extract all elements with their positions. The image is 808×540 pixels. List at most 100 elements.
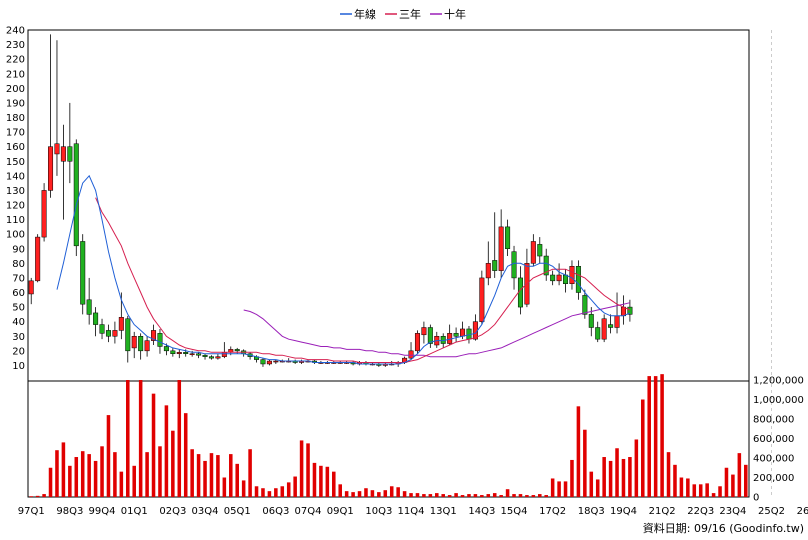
candle-down bbox=[563, 274, 569, 284]
volume-bar bbox=[711, 493, 716, 497]
volume-bar bbox=[29, 496, 33, 497]
volume-bar bbox=[93, 460, 98, 497]
volume-bar bbox=[241, 480, 246, 497]
volume-bar bbox=[248, 449, 252, 497]
volume-bar bbox=[666, 452, 671, 497]
price-tick-label: 210 bbox=[6, 69, 25, 80]
volume-bar bbox=[544, 495, 548, 497]
x-tick-label: 03Q4 bbox=[192, 506, 219, 517]
volume-bar bbox=[660, 374, 664, 497]
x-tick-label: 22Q3 bbox=[687, 506, 714, 517]
candle-down bbox=[453, 333, 459, 337]
volume-bar bbox=[615, 448, 619, 497]
candle-down bbox=[208, 356, 214, 359]
volume-bar bbox=[196, 454, 201, 497]
volume-bar bbox=[570, 459, 574, 497]
plot-frame bbox=[27, 29, 750, 498]
volume-bar bbox=[332, 471, 336, 497]
volume-bar bbox=[338, 484, 342, 497]
volume-bar bbox=[389, 486, 394, 497]
volume-bar bbox=[383, 490, 388, 497]
volume-bar bbox=[306, 443, 310, 497]
legend-label-10yr: 十年 bbox=[444, 7, 466, 21]
x-tick-label: 05Q1 bbox=[224, 506, 251, 517]
volume-bar bbox=[183, 413, 188, 497]
candle-down bbox=[511, 251, 517, 279]
candle-up bbox=[414, 333, 420, 352]
volume-bar bbox=[744, 464, 748, 497]
volume-bar bbox=[595, 479, 600, 497]
volume-bar bbox=[628, 457, 632, 497]
volume-bar bbox=[679, 477, 684, 497]
candle-up bbox=[189, 353, 195, 355]
candle-up bbox=[48, 146, 54, 191]
volume-bar bbox=[441, 494, 445, 497]
candle-up bbox=[176, 352, 182, 354]
candle-up bbox=[118, 317, 124, 331]
x-tick-label: 97Q1 bbox=[18, 506, 45, 517]
candle-down bbox=[234, 349, 240, 352]
x-tick-label: 99Q4 bbox=[89, 506, 116, 517]
volume-bar bbox=[467, 494, 471, 497]
x-tick-label: 21Q2 bbox=[649, 506, 676, 517]
candle-down bbox=[427, 327, 433, 344]
price-tick-label: 150 bbox=[6, 157, 25, 168]
volume-bar bbox=[531, 495, 536, 497]
volume-bar bbox=[274, 488, 278, 497]
volume-bar bbox=[344, 491, 349, 497]
candle-up bbox=[498, 226, 504, 271]
x-tick-label: 17Q2 bbox=[539, 506, 566, 517]
volume-tick-label: 600,000 bbox=[753, 434, 794, 445]
candle-down bbox=[196, 353, 202, 356]
x-tick-label: 01Q1 bbox=[121, 506, 148, 517]
price-tick-label: 130 bbox=[6, 186, 25, 197]
volume-bar bbox=[35, 495, 40, 497]
volume-bar bbox=[473, 494, 478, 497]
volume-bar bbox=[698, 484, 703, 497]
volume-bar bbox=[409, 493, 413, 497]
volume-tick-label: 200,000 bbox=[753, 473, 794, 484]
candle-down bbox=[575, 266, 581, 293]
candle-down bbox=[157, 333, 163, 347]
volume-bar bbox=[415, 493, 420, 497]
candle-up bbox=[112, 330, 118, 337]
price-tick-label: 220 bbox=[6, 55, 25, 66]
candle-down bbox=[608, 324, 614, 328]
volume-bar bbox=[447, 495, 452, 497]
volume-bar bbox=[280, 486, 285, 497]
x-tick-label: 10Q3 bbox=[365, 506, 392, 517]
price-tick-label: 10 bbox=[12, 361, 25, 372]
x-tick-label: 15Q4 bbox=[501, 506, 528, 517]
volume-bar bbox=[402, 491, 407, 497]
volume-bar bbox=[550, 478, 555, 497]
volume-bar bbox=[705, 483, 709, 497]
volume-bar bbox=[538, 494, 542, 497]
candle-up bbox=[60, 146, 66, 162]
price-tick-label: 80 bbox=[12, 259, 25, 270]
price-tick-label: 140 bbox=[6, 171, 25, 182]
price-tick-label: 110 bbox=[6, 215, 25, 226]
volume-bar bbox=[428, 494, 433, 497]
volume-bar bbox=[119, 471, 124, 497]
candle-up bbox=[569, 266, 575, 284]
volume-bar bbox=[42, 494, 46, 497]
volume-bar bbox=[267, 491, 272, 497]
volume-bar bbox=[370, 490, 375, 497]
volume-bar bbox=[235, 463, 239, 497]
volume-bar bbox=[74, 457, 79, 497]
volume-bar bbox=[177, 380, 182, 497]
volume-bar bbox=[486, 494, 491, 497]
volume-bar bbox=[576, 406, 581, 497]
candle-up bbox=[408, 350, 414, 359]
volume-bar bbox=[621, 458, 626, 497]
legend-label-year: 年線 bbox=[354, 7, 376, 21]
volume-bar bbox=[209, 453, 214, 497]
volume-bar bbox=[435, 493, 439, 497]
volume-bar bbox=[261, 488, 265, 497]
candle-down bbox=[86, 299, 92, 315]
volume-bar bbox=[634, 439, 639, 497]
volume-bar bbox=[293, 476, 297, 497]
source-footer: 資料日期: 09/16 (Goodinfo.tw) bbox=[643, 521, 804, 535]
candle-down bbox=[105, 330, 111, 337]
volume-tick-label: 0 bbox=[753, 493, 759, 504]
